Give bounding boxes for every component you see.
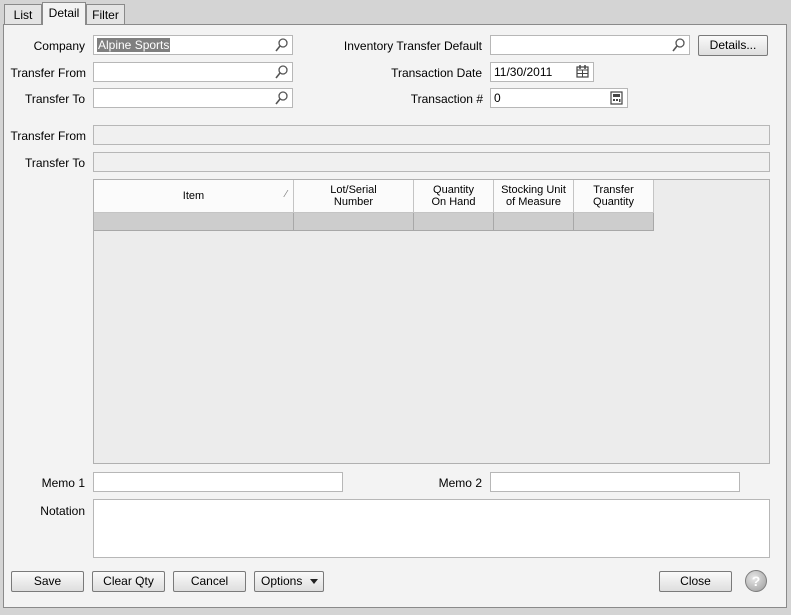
- tab-list[interactable]: List: [4, 4, 42, 25]
- transfer-from-description: [93, 125, 770, 145]
- column-header-item-label: Item: [182, 190, 205, 202]
- transfer-from-field[interactable]: [93, 62, 293, 82]
- transfer-from-label: Transfer From: [10, 66, 86, 80]
- company-label: Company: [33, 39, 85, 53]
- column-header-stocking-uom[interactable]: Stocking Unit of Measure: [494, 180, 574, 213]
- transfer-to-desc-label: Transfer To: [24, 156, 85, 170]
- grid-cell-stocking-uom[interactable]: [494, 213, 574, 231]
- memo1-field[interactable]: [93, 472, 343, 492]
- save-button[interactable]: Save: [11, 571, 84, 592]
- column-header-stocking-uom-label: Stocking Unit of Measure: [501, 184, 566, 208]
- help-icon[interactable]: ?: [745, 570, 767, 592]
- column-header-transfer-quantity-label: Transfer Quantity: [593, 184, 634, 208]
- tab-filter[interactable]: Filter: [86, 4, 125, 25]
- transfer-to-label: Transfer To: [24, 92, 85, 106]
- options-button[interactable]: Options: [254, 571, 324, 592]
- transaction-date-label: Transaction Date: [391, 66, 482, 80]
- transaction-number-value: 0: [494, 91, 501, 105]
- column-header-lot-serial-label: Lot/Serial Number: [330, 184, 377, 208]
- column-header-item[interactable]: Item ⁄: [94, 180, 294, 213]
- notation-label: Notation: [40, 504, 85, 518]
- magnifier-icon[interactable]: [274, 64, 289, 80]
- company-value: Alpine Sports: [97, 38, 171, 52]
- column-header-quantity-on-hand-label: Quantity On Hand: [431, 184, 476, 208]
- column-header-transfer-quantity[interactable]: Transfer Quantity: [574, 180, 654, 213]
- clear-qty-button[interactable]: Clear Qty: [92, 571, 165, 592]
- magnifier-icon[interactable]: [274, 90, 289, 106]
- transfer-to-field[interactable]: [93, 88, 293, 108]
- transfer-lines-grid[interactable]: Item ⁄ Lot/Serial Number Quantity On Han…: [93, 179, 770, 464]
- memo1-label: Memo 1: [41, 476, 85, 490]
- transaction-number-field[interactable]: 0: [490, 88, 628, 108]
- notation-field[interactable]: [93, 499, 770, 558]
- magnifier-icon[interactable]: [274, 37, 289, 53]
- inventory-transfer-default-label: Inventory Transfer Default: [343, 39, 482, 53]
- grid-cell-lot-serial[interactable]: [294, 213, 414, 231]
- transfer-from-desc-label: Transfer From: [10, 129, 86, 143]
- close-button[interactable]: Close: [659, 571, 732, 592]
- details-button[interactable]: Details...: [698, 35, 768, 56]
- tab-detail-label: Detail: [48, 6, 80, 20]
- column-header-quantity-on-hand[interactable]: Quantity On Hand: [414, 180, 494, 213]
- column-header-lot-serial[interactable]: Lot/Serial Number: [294, 180, 414, 213]
- sort-indicator-icon: ⁄: [285, 189, 287, 200]
- tab-filter-label: Filter: [92, 8, 119, 22]
- transaction-date-value: 11/30/2011: [494, 65, 553, 79]
- grid-cell-transfer-quantity[interactable]: [574, 213, 654, 231]
- calendar-icon[interactable]: [575, 64, 590, 80]
- company-field[interactable]: Alpine Sports: [93, 35, 293, 55]
- grid-cell-quantity-on-hand[interactable]: [414, 213, 494, 231]
- tab-detail[interactable]: Detail: [42, 2, 86, 25]
- transaction-number-label: Transaction #: [410, 92, 483, 106]
- memo2-label: Memo 2: [438, 476, 482, 490]
- transaction-date-field[interactable]: 11/30/2011: [490, 62, 594, 82]
- tab-list-label: List: [13, 8, 33, 22]
- memo2-field[interactable]: [490, 472, 740, 492]
- magnifier-icon[interactable]: [671, 37, 686, 53]
- cancel-button[interactable]: Cancel: [173, 571, 246, 592]
- transfer-to-description: [93, 152, 770, 172]
- calculator-icon[interactable]: [609, 90, 624, 106]
- grid-cell-item[interactable]: [94, 213, 294, 231]
- inventory-transfer-default-field[interactable]: [490, 35, 690, 55]
- help-icon-glyph: ?: [751, 573, 761, 589]
- options-button-label: Options: [261, 574, 303, 588]
- dropdown-arrow-icon: [310, 579, 318, 584]
